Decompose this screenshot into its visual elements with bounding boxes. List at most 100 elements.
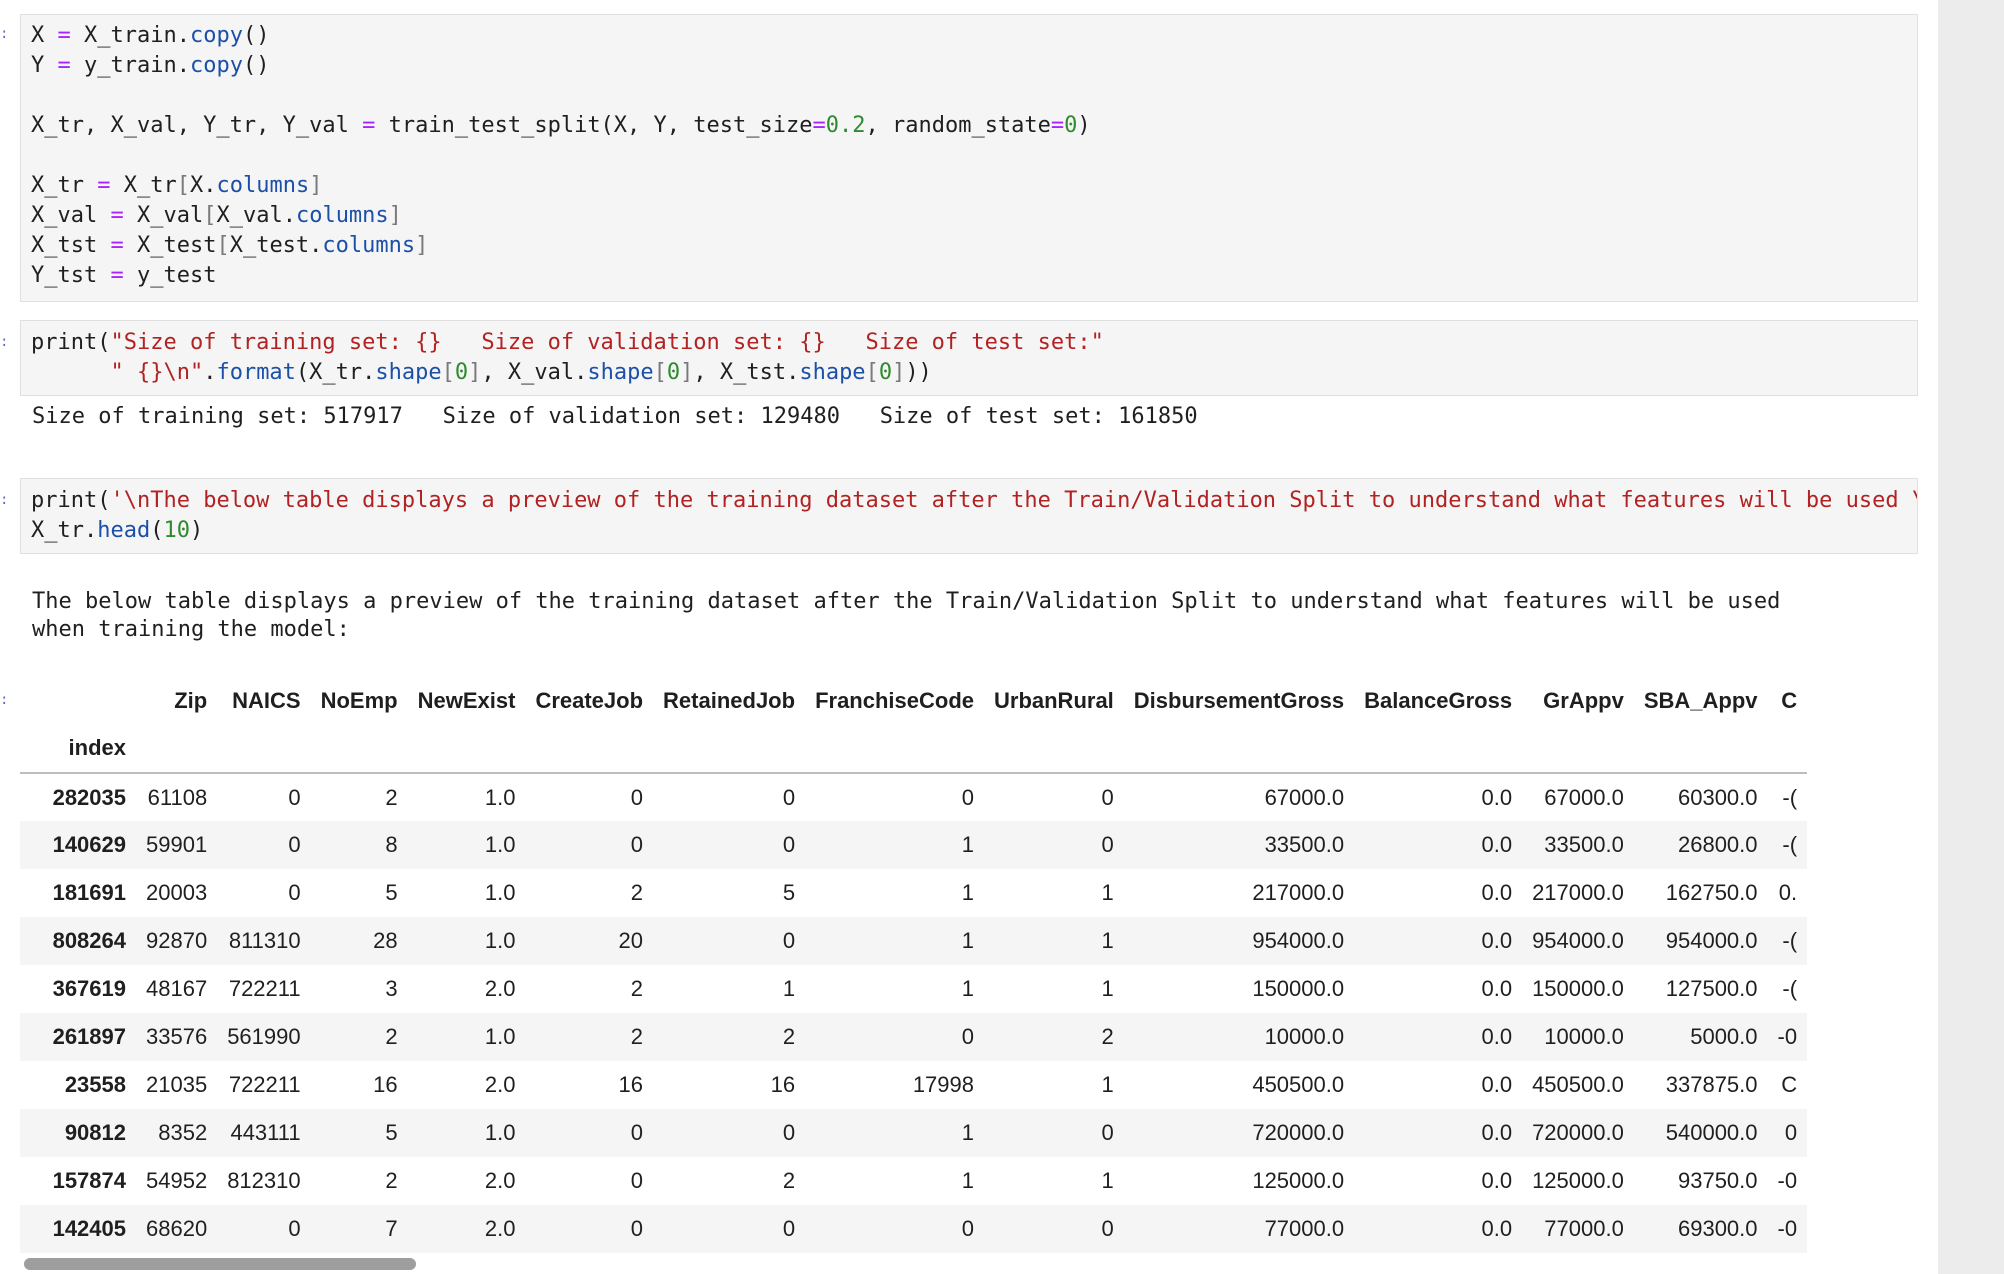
table-cell: 17998 xyxy=(912,1072,974,1097)
table-cell: 0.0 xyxy=(1481,1072,1513,1097)
code-token: y_train. xyxy=(70,53,190,78)
column-header: FranchiseCode xyxy=(815,688,974,713)
table-cell: 5000.0 xyxy=(1690,1024,1758,1049)
code-line: " {}\n".format(X_tr.shape[0], X_val.shap… xyxy=(21,358,1917,388)
code-cell-preview[interactable]: print('\nThe below table displays a prev… xyxy=(20,478,1918,554)
index-label: index xyxy=(20,724,136,774)
code-token: = xyxy=(110,203,124,228)
table-cell: 54952 xyxy=(146,1168,208,1193)
horizontal-scrollbar[interactable] xyxy=(24,1258,416,1270)
table-cell: 1 xyxy=(961,976,974,1001)
table-cell: 2 xyxy=(782,1168,796,1193)
table-cell: 217000.0 xyxy=(1252,880,1345,905)
table-cell: 0.0 xyxy=(1481,928,1513,953)
table-cell: 20003 xyxy=(146,880,208,905)
table-cell: 1 xyxy=(782,976,796,1001)
code-token: [ xyxy=(441,360,455,385)
code-line: X_tr, X_val, Y_tr, Y_val = train_test_sp… xyxy=(21,111,1917,141)
table-cell: 954000.0 xyxy=(1252,928,1345,953)
code-token: , random_state xyxy=(865,113,1051,138)
table-cell: -( xyxy=(1782,928,1798,953)
code-token: X_tr, X_val, Y_tr, Y_val xyxy=(31,113,363,138)
table-cell: 16 xyxy=(618,1072,644,1097)
table-cell: 127500.0 xyxy=(1665,976,1758,1001)
table-row: 282035 61108 0 2 1.0 0 0 0 0 67000.0 0.0 67000.0 603… xyxy=(20,773,1808,821)
table-cell: 0 xyxy=(630,1168,644,1193)
table-cell: 8352 xyxy=(158,1120,208,1145)
table-cell: 1 xyxy=(961,1120,974,1145)
code-token: 0 xyxy=(666,360,681,385)
code-token: = xyxy=(110,233,124,258)
table-cell: -0 xyxy=(1777,1168,1798,1193)
code-token: " {}\n" xyxy=(110,360,204,385)
cell-output-sizes: Size of training set: 517917 Size of val… xyxy=(32,404,1198,429)
table-cell: 3 xyxy=(385,976,398,1001)
index-header-filler xyxy=(136,724,218,774)
index-header-filler xyxy=(1767,724,1808,774)
table-cell: 337875.0 xyxy=(1665,1072,1758,1097)
code-token: 0 xyxy=(454,360,469,385)
table-row: 140629 59901 0 8 1.0 0 0 1 0 33500.0 0.0 33500.0 268… xyxy=(20,821,1808,869)
column-header: GrAppv xyxy=(1543,688,1624,713)
index-header-filler xyxy=(805,724,984,774)
table-cell: 2 xyxy=(385,1168,398,1193)
column-header: UrbanRural xyxy=(994,688,1114,713)
table-cell: 2 xyxy=(385,1024,398,1049)
index-header-filler xyxy=(407,724,526,774)
table-cell: 10000.0 xyxy=(1264,1024,1345,1049)
column-header: CreateJob xyxy=(535,688,644,713)
dataframe-output[interactable]: Zip NAICS NoEmp NewExist CreateJob RetainedJo… xyxy=(20,678,1918,1258)
cell-prompt-marker: : xyxy=(0,334,9,350)
table-cell: 0 xyxy=(1101,832,1114,857)
code-token: shape xyxy=(375,360,442,385)
table-row: 367619 48167 722211 3 2.0 2 1 1 1 150000.0 0.0 1500… xyxy=(20,965,1808,1013)
table-cell: -( xyxy=(1782,976,1798,1001)
code-token: ] xyxy=(892,360,906,385)
table-cell: 16 xyxy=(373,1072,398,1097)
table-row: 808264 92870 811310 28 1.0 20 0 1 1 954000.0 0.0 95… xyxy=(20,917,1808,965)
code-token: = xyxy=(1050,113,1065,138)
table-cell: 20 xyxy=(618,928,644,953)
code-token: = xyxy=(57,53,71,78)
index-header-filler xyxy=(1522,724,1634,774)
code-token: columns xyxy=(322,233,416,258)
table-cell: -( xyxy=(1782,784,1798,810)
code-token: = xyxy=(97,173,111,198)
code-token: , X_val. xyxy=(481,360,588,385)
code-token: print( xyxy=(31,330,111,355)
table-cell: 5 xyxy=(385,1120,398,1145)
index-header-filler xyxy=(1633,724,1768,774)
table-cell: 69300.0 xyxy=(1677,1216,1758,1241)
row-index: 367619 xyxy=(52,976,126,1001)
table-cell: 33500.0 xyxy=(1264,832,1345,857)
table-cell: 33500.0 xyxy=(1544,832,1624,857)
code-token: X_train. xyxy=(70,23,190,48)
table-cell: 1 xyxy=(1101,976,1114,1001)
code-token: ) xyxy=(1077,113,1091,138)
code-token: 0.2 xyxy=(825,113,866,138)
column-header: NoEmp xyxy=(320,688,398,713)
code-token: = xyxy=(812,113,826,138)
code-token: 10 xyxy=(163,518,190,543)
table-cell: 28 xyxy=(373,928,398,953)
code-token: ) xyxy=(189,518,204,543)
table-cell: 0.0 xyxy=(1481,1216,1513,1241)
row-index: 808264 xyxy=(52,928,126,953)
table-cell: 1.0 xyxy=(484,880,516,905)
table-cell: -0 xyxy=(1777,1216,1798,1241)
code-token: ] xyxy=(468,360,482,385)
index-header-filler xyxy=(1123,724,1355,774)
code-token: ] xyxy=(388,203,402,228)
table-cell: 450500.0 xyxy=(1252,1072,1345,1097)
code-cell-print-sizes[interactable]: print("Size of training set: {} Size of … xyxy=(20,320,1918,396)
code-token: = xyxy=(57,23,71,48)
code-cell-split[interactable]: X = X_train.copy() Y = y_train.copy() X_t… xyxy=(20,14,1918,302)
code-token: format xyxy=(216,360,296,385)
table-cell: 0 xyxy=(782,1120,796,1145)
code-token: shape xyxy=(799,360,866,385)
table-cell: 1.0 xyxy=(484,784,516,810)
code-token: X_tr xyxy=(31,173,98,198)
table-cell: -0 xyxy=(1777,1024,1798,1049)
